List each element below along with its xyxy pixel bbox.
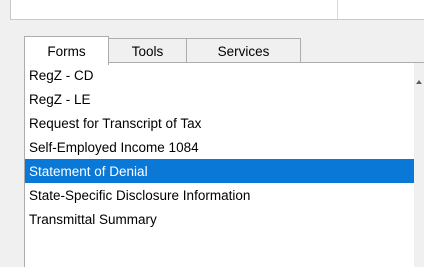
list-item-self-employed-income-1084[interactable]: Self-Employed Income 1084 <box>25 135 415 159</box>
forms-list[interactable]: RegZ - CD RegZ - LE Request for Transcri… <box>24 63 424 267</box>
list-item-regz-le[interactable]: RegZ - LE <box>25 87 415 111</box>
top-pane <box>10 0 424 20</box>
tab-tools[interactable]: Tools <box>108 38 187 63</box>
list-item-transmittal-summary[interactable]: Transmittal Summary <box>25 207 415 231</box>
list-item-regz-cd[interactable]: RegZ - CD <box>25 63 415 87</box>
list-item-state-specific-disclosure-information[interactable]: State-Specific Disclosure Information <box>25 183 415 207</box>
pane-divider <box>337 0 338 19</box>
tab-forms[interactable]: Forms <box>24 36 109 65</box>
list-scrollbar[interactable] <box>414 63 424 267</box>
list-item-statement-of-denial[interactable]: Statement of Denial <box>25 159 415 183</box>
list-item-request-for-transcript-of-tax[interactable]: Request for Transcript of Tax <box>25 111 415 135</box>
scroll-up-arrow-icon[interactable] <box>416 80 422 84</box>
tab-services[interactable]: Services <box>186 38 301 63</box>
